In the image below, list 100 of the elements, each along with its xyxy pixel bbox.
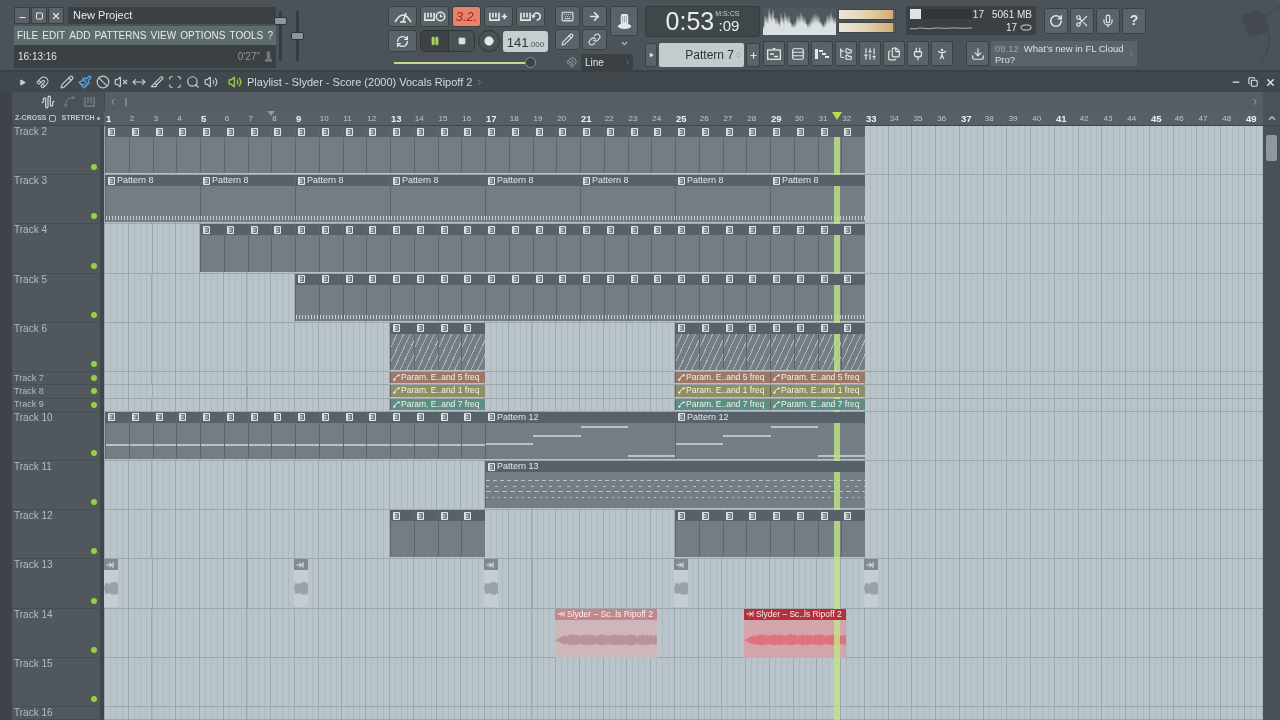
pattern-clip[interactable] (295, 273, 319, 321)
magnet-icon[interactable] (566, 56, 577, 68)
close-icon[interactable] (1265, 76, 1276, 88)
pattern-clip[interactable] (580, 126, 604, 174)
pattern-clip[interactable] (247, 411, 272, 459)
pattern-clip[interactable] (532, 126, 557, 174)
knob-button[interactable] (610, 6, 638, 36)
plugin-button[interactable] (907, 41, 929, 66)
track-header[interactable]: Track 11 (12, 461, 104, 511)
waveform-icon[interactable] (41, 94, 55, 109)
pattern-clip[interactable] (295, 224, 319, 272)
paintbrush-icon[interactable] (78, 75, 92, 89)
track-led-icon[interactable] (91, 164, 97, 171)
pattern-clip[interactable] (437, 322, 462, 370)
help-button[interactable]: ? (1122, 7, 1146, 34)
pattern-clip[interactable] (770, 126, 794, 174)
pencil-icon[interactable] (60, 75, 74, 89)
pattern-clip[interactable] (390, 273, 414, 321)
menu-item[interactable]: ADD (69, 29, 91, 42)
track-header[interactable]: Track 12 (12, 510, 104, 560)
speaker-icon[interactable] (228, 75, 242, 89)
pattern-clip[interactable] (271, 126, 295, 174)
menu-item[interactable]: TOOLS (229, 29, 264, 42)
pattern-clip[interactable] (437, 224, 462, 272)
pattern-clip[interactable] (437, 510, 462, 558)
z-cross-checkbox[interactable] (48, 114, 56, 122)
track-header[interactable]: Track 8 (12, 385, 104, 399)
add-pattern-button[interactable] (746, 43, 760, 67)
pattern-clip[interactable] (318, 224, 343, 272)
pattern-clip[interactable] (390, 510, 414, 558)
horizontal-scrollbar[interactable] (104, 92, 1263, 111)
pattern-clip[interactable] (485, 224, 509, 272)
pattern-clip[interactable] (152, 411, 177, 459)
snap-selector[interactable]: Line (581, 54, 633, 70)
pattern-clip[interactable] (390, 411, 414, 459)
pattern-clip[interactable] (698, 322, 723, 370)
mixer-button[interactable] (859, 41, 881, 66)
maximize-button[interactable] (31, 7, 47, 24)
track-header[interactable]: Track 13 (12, 559, 104, 609)
menu-item[interactable]: VIEW (150, 29, 177, 42)
track-led-icon[interactable] (91, 646, 97, 653)
pattern-clip[interactable] (698, 224, 723, 272)
menu-item[interactable]: FILE (17, 29, 39, 42)
pattern-clip[interactable] (223, 126, 248, 174)
pattern-clip[interactable] (342, 273, 367, 321)
selection-frame-icon[interactable] (168, 75, 182, 89)
pattern-clip[interactable] (675, 224, 699, 272)
piano-roll-button[interactable] (811, 41, 833, 66)
automation-clip[interactable]: Param. E..and 7 freq (770, 398, 865, 410)
pen-button[interactable] (555, 29, 580, 50)
pattern-clip[interactable] (128, 411, 153, 459)
pattern-clip[interactable] (793, 126, 818, 174)
timeline-ruler[interactable]: 1 2 3 4 5 6 7 8 9 10 11 12 13 14 15 16 17 18 19 20 21 22 23 24 25 26 27 28 29 30 31 32 33 34 35 36 37 38 39 40 41 42 43 44 45 46 47 48 49 (104, 111, 1263, 126)
pattern-clip[interactable] (461, 126, 485, 174)
track-led-icon[interactable] (91, 499, 97, 506)
playlist-button[interactable] (763, 41, 785, 66)
download-button[interactable] (966, 41, 989, 66)
pattern-clip[interactable] (295, 126, 319, 174)
track-led-icon[interactable] (91, 695, 97, 702)
pattern-clip[interactable] (485, 126, 509, 174)
track-led-icon[interactable] (91, 450, 97, 456)
pattern-clip[interactable] (318, 273, 343, 321)
no-entry-icon[interactable] (96, 75, 110, 89)
pattern-clip[interactable] (508, 126, 533, 174)
dropdown-icon[interactable] (619, 39, 629, 48)
pattern-clip[interactable] (461, 322, 485, 370)
scroll-up-icon[interactable] (1266, 113, 1277, 123)
pattern-clip[interactable] (770, 322, 794, 370)
pattern-clip[interactable] (413, 322, 438, 370)
track-led-icon[interactable] (91, 374, 97, 381)
pattern-clip[interactable] (793, 224, 818, 272)
pattern-clip[interactable] (722, 273, 747, 321)
pattern-clip[interactable] (200, 126, 224, 174)
pattern-selector[interactable]: Pattern 7 (659, 43, 744, 67)
pattern-clip[interactable] (580, 224, 604, 272)
pattern-clip[interactable] (722, 322, 747, 370)
pattern-clip[interactable] (556, 126, 580, 174)
pattern-clip[interactable] (223, 224, 248, 272)
track-header[interactable]: Track 15 (12, 657, 104, 707)
pattern-clip[interactable] (461, 224, 485, 272)
automation-clip[interactable]: Param. E..and 7 freq (390, 398, 485, 410)
track-led-icon[interactable] (91, 401, 97, 408)
countdown-button[interactable]: 3.2. (452, 6, 481, 27)
pattern-clip[interactable] (722, 224, 747, 272)
pattern-clip[interactable] (556, 273, 580, 321)
pattern-clip[interactable] (271, 224, 295, 272)
pattern-clip[interactable] (437, 273, 462, 321)
microphone-button[interactable] (1096, 7, 1120, 34)
automation-clip[interactable]: Param. E..and 1 freq (390, 385, 485, 397)
news-panel[interactable]: 09.12 What’s new in FL Cloud Pro? (991, 41, 1137, 66)
pattern-clip[interactable] (437, 126, 462, 174)
pattern-clip[interactable] (793, 322, 818, 370)
typing-keyboard-button[interactable] (555, 6, 580, 27)
pattern-clip[interactable] (793, 510, 818, 558)
pattern-clip[interactable] (675, 273, 699, 321)
pattern-clip[interactable] (176, 411, 200, 459)
track-led-icon[interactable] (91, 360, 97, 367)
track-header[interactable]: Track 6 (12, 322, 104, 372)
pattern-clip[interactable] (152, 126, 177, 174)
pattern-clip[interactable] (461, 273, 485, 321)
